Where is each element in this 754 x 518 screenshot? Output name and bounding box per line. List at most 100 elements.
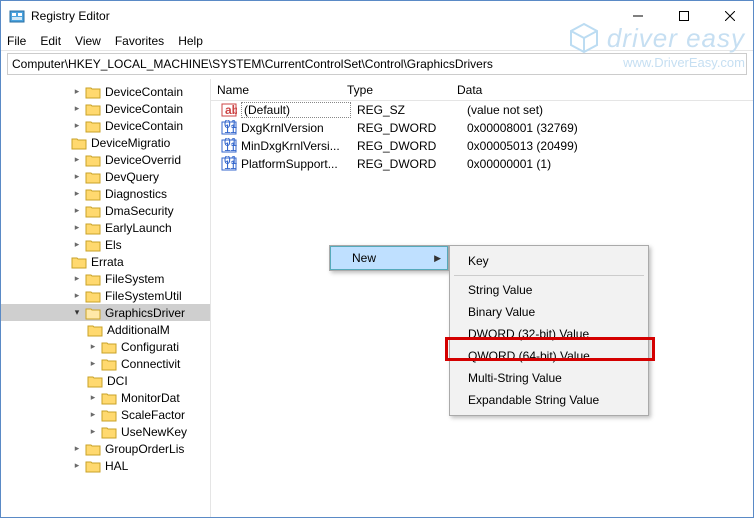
tree-item[interactable]: DeviceMigratio xyxy=(1,134,210,151)
tree-item-label: HAL xyxy=(105,459,128,473)
ctx-item-string[interactable]: String Value xyxy=(450,279,648,301)
tree-item-label: Diagnostics xyxy=(105,187,167,201)
string-value-icon: ab xyxy=(221,102,237,118)
folder-icon xyxy=(101,340,117,354)
tree-item-label: DevQuery xyxy=(105,170,159,184)
registry-editor-window: Registry Editor File Edit View Favorites… xyxy=(0,0,754,518)
tree-item[interactable]: ▸DeviceContain xyxy=(1,83,210,100)
svg-text:110: 110 xyxy=(224,158,237,172)
tree-item[interactable]: ▸ScaleFactor xyxy=(1,406,210,423)
tree-item[interactable]: ▸DeviceContain xyxy=(1,100,210,117)
value-type: REG_SZ xyxy=(351,103,461,117)
tree-item[interactable]: ▸GroupOrderLis xyxy=(1,440,210,457)
folder-icon xyxy=(85,221,101,235)
context-item-new[interactable]: New ▶ xyxy=(330,246,448,270)
tree-item-label: DeviceContain xyxy=(105,85,183,99)
tree-item[interactable]: ▸UseNewKey xyxy=(1,423,210,440)
tree-item-label: EarlyLaunch xyxy=(105,221,172,235)
context-menu-new-submenu: Key String Value Binary Value DWORD (32-… xyxy=(449,245,649,416)
value-data: 0x00008001 (32769) xyxy=(461,121,753,135)
folder-icon xyxy=(85,119,101,133)
folder-icon xyxy=(85,153,101,167)
menubar: File Edit View Favorites Help xyxy=(1,31,753,51)
folder-icon xyxy=(85,306,101,320)
col-name[interactable]: Name xyxy=(211,83,341,97)
value-name: MinDxgKrnlVersi... xyxy=(241,139,351,153)
ctx-item-dword[interactable]: DWORD (32-bit) Value xyxy=(450,323,648,345)
tree-panel[interactable]: ▸DeviceContain▸DeviceContain▸DeviceConta… xyxy=(1,79,211,517)
value-row[interactable]: ab(Default)REG_SZ(value not set) xyxy=(211,101,753,119)
window-controls xyxy=(615,1,753,31)
value-type: REG_DWORD xyxy=(351,157,461,171)
tree-item-label: DmaSecurity xyxy=(105,204,174,218)
folder-icon xyxy=(71,136,87,150)
ctx-separator xyxy=(454,275,644,276)
tree-item[interactable]: ▸Configurati xyxy=(1,338,210,355)
tree-item-label: UseNewKey xyxy=(121,425,187,439)
folder-icon xyxy=(85,442,101,456)
tree-item[interactable]: ▸DeviceContain xyxy=(1,117,210,134)
ctx-item-binary[interactable]: Binary Value xyxy=(450,301,648,323)
menu-favorites[interactable]: Favorites xyxy=(115,34,164,48)
tree-item-label: Configurati xyxy=(121,340,179,354)
regedit-icon xyxy=(9,8,25,24)
folder-icon xyxy=(85,459,101,473)
tree-item[interactable]: ▸MonitorDat xyxy=(1,389,210,406)
folder-icon xyxy=(87,374,103,388)
tree-item-label: DeviceMigratio xyxy=(91,136,170,150)
value-row[interactable]: 011110PlatformSupport...REG_DWORD0x00000… xyxy=(211,155,753,173)
tree-item-label: ScaleFactor xyxy=(121,408,185,422)
tree-item[interactable]: ▸FileSystem xyxy=(1,270,210,287)
tree-item[interactable]: ▸HAL xyxy=(1,457,210,474)
menu-edit[interactable]: Edit xyxy=(40,34,61,48)
tree-item[interactable]: ▸Connectivit xyxy=(1,355,210,372)
tree-item[interactable]: ▾GraphicsDriver xyxy=(1,304,210,321)
ctx-item-expand[interactable]: Expandable String Value xyxy=(450,389,648,411)
tree-item-label: Errata xyxy=(91,255,124,269)
address-text: Computer\HKEY_LOCAL_MACHINE\SYSTEM\Curre… xyxy=(12,57,493,71)
ctx-item-qword[interactable]: QWORD (64-bit) Value xyxy=(450,345,648,367)
close-button[interactable] xyxy=(707,1,753,31)
menu-file[interactable]: File xyxy=(7,34,26,48)
folder-icon xyxy=(85,238,101,252)
ctx-item-multi[interactable]: Multi-String Value xyxy=(450,367,648,389)
tree-item-label: DeviceContain xyxy=(105,119,183,133)
tree-item[interactable]: ▸Els xyxy=(1,236,210,253)
window-title: Registry Editor xyxy=(31,9,615,23)
tree-item[interactable]: ▸DmaSecurity xyxy=(1,202,210,219)
value-row[interactable]: 011110DxgKrnlVersionREG_DWORD0x00008001 … xyxy=(211,119,753,137)
value-name: PlatformSupport... xyxy=(241,157,351,171)
value-name: (Default) xyxy=(241,102,351,118)
minimize-button[interactable] xyxy=(615,1,661,31)
tree-item-label: GroupOrderLis xyxy=(105,442,184,456)
tree-item-label: Els xyxy=(105,238,122,252)
folder-icon xyxy=(101,391,117,405)
tree-item[interactable]: ▸FileSystemUtil xyxy=(1,287,210,304)
menu-help[interactable]: Help xyxy=(178,34,203,48)
dword-value-icon: 011110 xyxy=(221,138,237,154)
tree-item[interactable]: DCI xyxy=(1,372,210,389)
maximize-button[interactable] xyxy=(661,1,707,31)
tree-item[interactable]: ▸Diagnostics xyxy=(1,185,210,202)
ctx-item-key[interactable]: Key xyxy=(450,250,648,272)
folder-icon xyxy=(85,204,101,218)
value-data: 0x00005013 (20499) xyxy=(461,139,753,153)
tree-item[interactable]: AdditionalM xyxy=(1,321,210,338)
context-item-label: New xyxy=(352,251,376,265)
value-row[interactable]: 011110MinDxgKrnlVersi...REG_DWORD0x00005… xyxy=(211,137,753,155)
tree-item-label: DeviceOverrid xyxy=(105,153,181,167)
titlebar: Registry Editor xyxy=(1,1,753,31)
tree-item[interactable]: Errata xyxy=(1,253,210,270)
folder-icon xyxy=(101,408,117,422)
col-data[interactable]: Data xyxy=(451,83,753,97)
tree-item-label: MonitorDat xyxy=(121,391,180,405)
tree-item[interactable]: ▸DeviceOverrid xyxy=(1,151,210,168)
col-type[interactable]: Type xyxy=(341,83,451,97)
tree-item[interactable]: ▸EarlyLaunch xyxy=(1,219,210,236)
address-bar[interactable]: Computer\HKEY_LOCAL_MACHINE\SYSTEM\Curre… xyxy=(7,53,747,75)
menu-view[interactable]: View xyxy=(75,34,101,48)
tree-item[interactable]: ▸DevQuery xyxy=(1,168,210,185)
folder-icon xyxy=(85,272,101,286)
folder-icon xyxy=(71,255,87,269)
tree-item-label: GraphicsDriver xyxy=(105,306,185,320)
